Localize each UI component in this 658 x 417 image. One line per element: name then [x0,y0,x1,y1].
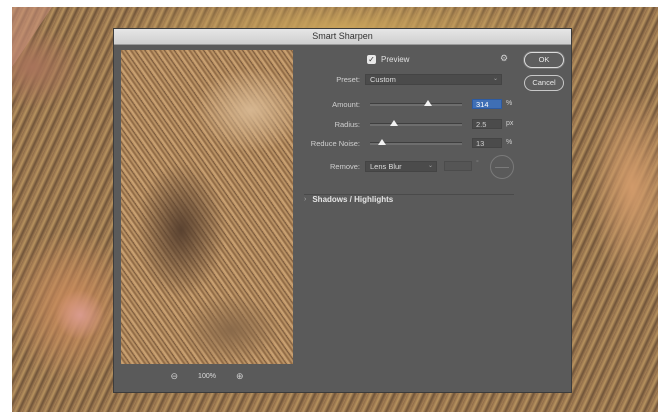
reduce-noise-slider-thumb[interactable] [377,139,386,145]
section-label: Shadows / Highlights [312,195,394,204]
cat-nose-decoration [55,290,105,340]
reduce-noise-slider[interactable] [370,139,462,145]
chevron-down-icon: ⌄ [427,163,433,169]
amount-slider-thumb[interactable] [423,100,432,106]
reduce-noise-label: Reduce Noise: [310,139,360,148]
amount-unit: % [506,100,513,107]
cancel-button[interactable]: Cancel [524,75,564,91]
zoom-in-icon[interactable]: ⊕ [236,371,244,382]
reduce-noise-unit: % [506,139,513,146]
remove-value: Lens Blur [370,162,402,171]
shadows-highlights-section[interactable]: › Shadows / Highlights [304,195,393,204]
zoom-controls: ⊖ 100% ⊕ [121,369,293,383]
reduce-noise-input[interactable]: 13 [472,138,502,148]
ok-button[interactable]: OK [524,52,564,68]
preview-image[interactable] [121,50,293,364]
cat-ear-decoration [12,7,52,67]
preset-value: Custom [370,75,396,84]
radius-slider-thumb[interactable] [389,120,398,126]
remove-select[interactable]: Lens Blur ⌄ [365,161,437,172]
radius-slider[interactable] [370,120,462,126]
amount-input[interactable]: 314 [472,99,502,109]
preset-select[interactable]: Custom ⌄ [365,74,502,85]
amount-slider[interactable] [370,100,462,106]
smart-sharpen-dialog: Smart Sharpen ⊖ 100% ⊕ ✓ Preview ⚙ OK Ca… [113,28,572,393]
preview-toggle[interactable]: ✓ Preview [367,55,409,64]
zoom-level: 100% [198,372,216,380]
chevron-down-icon: ⌄ [492,76,498,82]
chevron-right-icon: › [304,196,307,203]
angle-dial [490,155,514,179]
radius-unit: px [506,120,514,127]
preview-label: Preview [381,55,410,64]
remove-label: Remove: [329,162,360,171]
gear-icon[interactable]: ⚙ [500,53,508,64]
preview-checkbox[interactable]: ✓ [367,55,376,64]
radius-input[interactable]: 2.5 [472,119,502,129]
preset-label: Preset: [336,75,360,84]
angle-degree-symbol: ° [476,160,479,167]
angle-input [444,161,472,171]
amount-label: Amount: [332,100,360,109]
radius-label: Radius: [334,120,360,129]
dialog-title: Smart Sharpen [312,31,373,41]
dialog-titlebar[interactable]: Smart Sharpen [114,29,571,45]
zoom-out-icon[interactable]: ⊖ [171,371,179,382]
